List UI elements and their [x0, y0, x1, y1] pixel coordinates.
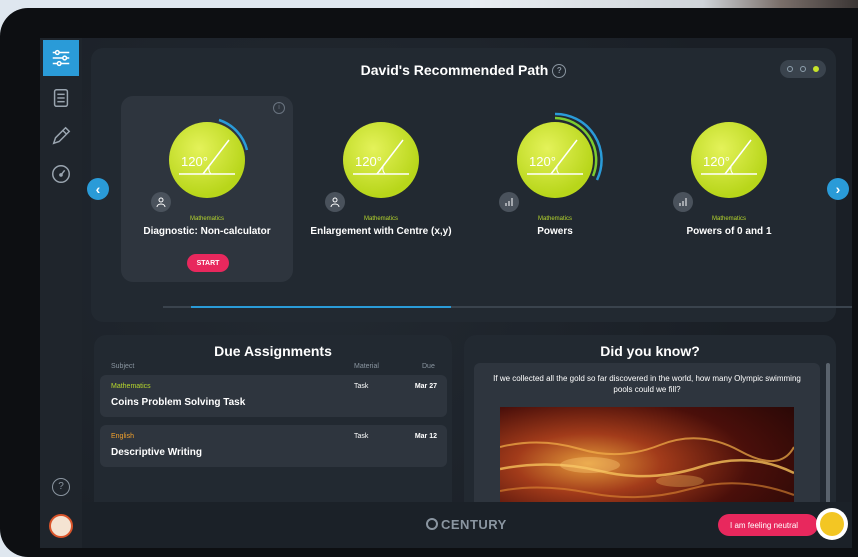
course-title: Diagnostic: Non-calculator: [143, 226, 271, 237]
assignment-due: Mar 27: [414, 383, 437, 390]
section-title: Due Assignments: [214, 343, 332, 359]
chevron-left-icon: ‹: [95, 181, 101, 197]
section-title: Did you know?: [600, 343, 700, 359]
app-screen: ? David's Recommended Path? i 120° Mathe…: [40, 38, 852, 548]
footer: CENTURY I am feeling neutral: [82, 502, 852, 548]
sidebar: ?: [40, 38, 82, 548]
notebook-icon: [53, 89, 69, 107]
assignment-title: Coins Problem Solving Task: [111, 397, 246, 408]
svg-text:120°: 120°: [703, 154, 730, 169]
topic-icon: 120°: [691, 122, 767, 198]
fact-text: If we collected all the gold so far disc…: [493, 374, 801, 394]
path-card[interactable]: 120° Mathematics Enlargement with Centre…: [295, 96, 467, 282]
course-title: Enlargement with Centre (x,y): [310, 226, 452, 237]
course-subject: Mathematics: [189, 216, 224, 222]
chevron-right-icon: ›: [835, 181, 841, 197]
assignment-subject: English: [111, 433, 134, 440]
chart-icon: [673, 192, 693, 212]
assignment-row[interactable]: English Descriptive Writing Task Mar 12: [100, 425, 447, 467]
help-icon[interactable]: ?: [552, 64, 567, 79]
assignment-subject: Mathematics: [111, 383, 151, 390]
help-icon[interactable]: ?: [52, 478, 70, 496]
svg-text:120°: 120°: [181, 154, 208, 169]
pencil-icon: [52, 126, 71, 145]
path-card[interactable]: i 120° Mathematics Diagnostic: Non-calcu…: [121, 96, 293, 282]
topic-icon: 120°: [517, 122, 593, 198]
sidebar-item-notebook[interactable]: [43, 80, 79, 116]
chart-icon: [499, 192, 519, 212]
course-title: Powers: [537, 226, 573, 237]
start-button[interactable]: START: [187, 254, 229, 272]
course-subject: Mathematics: [711, 216, 746, 222]
sliders-icon: [52, 49, 70, 67]
svg-text:120°: 120°: [529, 154, 556, 169]
sidebar-item-dashboard[interactable]: [43, 156, 79, 192]
svg-text:120°: 120°: [355, 154, 382, 169]
page-title: David's Recommended Path?: [91, 62, 836, 79]
speedometer-icon: [52, 165, 70, 183]
column-header-subject: Subject: [111, 363, 135, 370]
course-title: Powers of 0 and 1: [686, 226, 772, 237]
main-content: David's Recommended Path? i 120° Mathema…: [82, 38, 852, 548]
person-icon: [325, 192, 345, 212]
column-header-material: Material: [354, 363, 379, 370]
path-card[interactable]: 120° Mathematics Powers of 0 and 1: [643, 96, 815, 282]
course-subject: Mathematics: [537, 216, 572, 222]
assignment-material: Task: [354, 433, 369, 440]
sidebar-item-path[interactable]: [43, 40, 79, 76]
logo-mark-icon: [426, 518, 438, 530]
avatar[interactable]: [49, 514, 73, 538]
assignment-title: Descriptive Writing: [111, 447, 202, 458]
path-progress-fill: [191, 306, 451, 308]
topic-icon: 120°: [343, 122, 419, 198]
view-toggle[interactable]: [780, 60, 826, 78]
scrollbar[interactable]: [826, 363, 830, 513]
column-header-due: Due: [422, 363, 435, 370]
path-card[interactable]: 120° Mathematics Powers: [469, 96, 641, 282]
person-icon: [151, 192, 171, 212]
assignment-row[interactable]: Mathematics Coins Problem Solving Task T…: [100, 375, 447, 417]
assignment-material: Task: [354, 383, 369, 390]
recommended-path-panel: David's Recommended Path? i 120° Mathema…: [87, 48, 852, 322]
mood-button[interactable]: I am feeling neutral: [718, 514, 818, 536]
sidebar-item-pencil[interactable]: [43, 118, 79, 154]
century-logo: CENTURY: [426, 517, 507, 532]
topic-icon: 120°: [169, 122, 245, 198]
course-subject: Mathematics: [363, 216, 398, 222]
assignment-due: Mar 12: [414, 433, 437, 440]
tablet-frame: ? David's Recommended Path? i 120° Mathe…: [0, 8, 858, 557]
neutral-face-icon[interactable]: [816, 508, 848, 540]
next-arrow-button[interactable]: ›: [827, 178, 849, 200]
prev-arrow-button[interactable]: ‹: [87, 178, 109, 200]
info-icon[interactable]: i: [273, 102, 285, 114]
